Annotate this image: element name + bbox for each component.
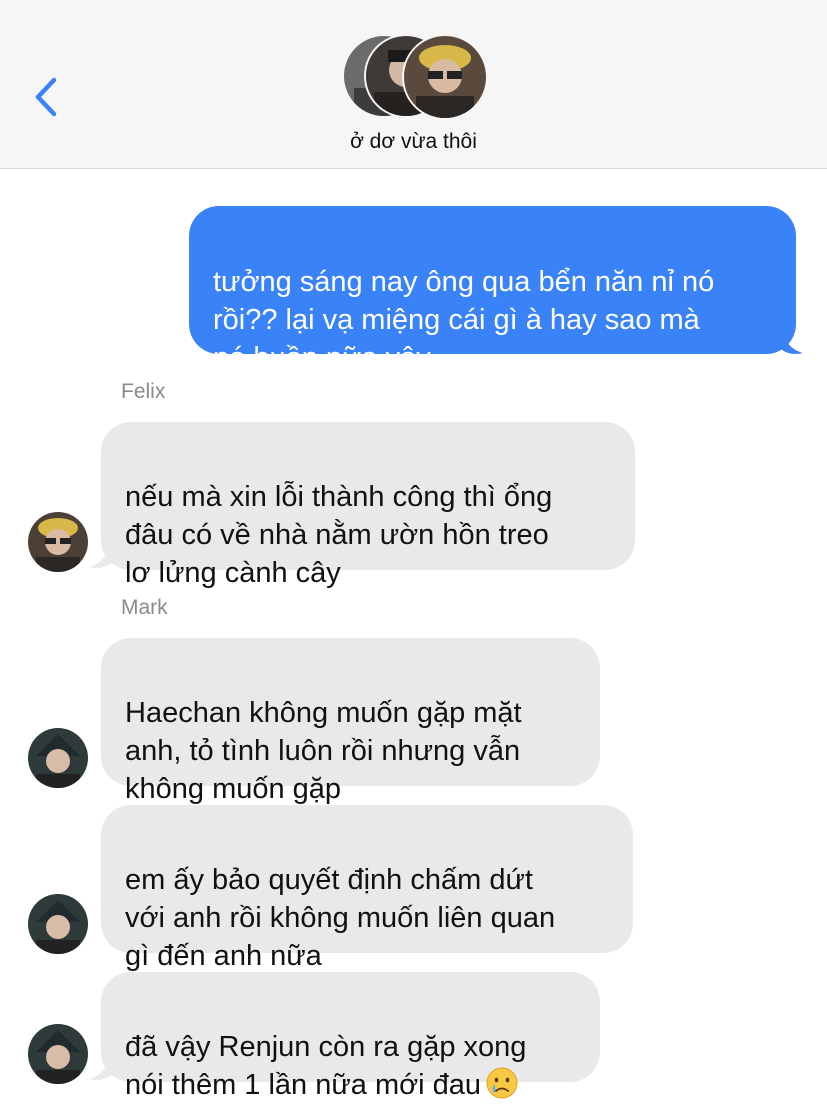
incoming-message-bubble[interactable]: đã vậy Renjun còn ra gặp xong nói thêm 1…	[101, 972, 600, 1101]
sender-name: Mark	[121, 596, 168, 619]
group-avatar-stack[interactable]	[342, 34, 488, 120]
outgoing-message-bubble[interactable]: tưởng sáng nay ông qua bển năn nỉ nó rồi…	[189, 206, 796, 374]
sender-avatar[interactable]	[28, 894, 88, 954]
message-text: tưởng sáng nay ông qua bển năn nỉ nó rồi…	[213, 266, 715, 374]
crying-face-emoji-icon	[485, 1066, 519, 1100]
mark-avatar-image	[28, 728, 88, 788]
felix-avatar-image	[28, 512, 88, 572]
chevron-left-icon	[35, 77, 57, 117]
member-avatar	[402, 34, 488, 120]
sender-name: Felix	[121, 380, 166, 403]
conversation-header: ở dơ vừa thôi	[0, 0, 827, 169]
message-text: đã vậy Renjun còn ra gặp xong nói thêm 1…	[125, 1031, 527, 1101]
message-text: em ấy bảo quyết định chấm dứt với anh rồ…	[125, 864, 556, 972]
incoming-message-bubble[interactable]: Haechan không muốn gặp mặt anh, tỏ tình …	[101, 638, 600, 805]
back-button[interactable]	[30, 74, 66, 120]
message-text: Haechan không muốn gặp mặt anh, tỏ tình …	[125, 697, 522, 805]
message-text: nếu mà xin lỗi thành công thì ổng đâu có…	[125, 481, 553, 589]
sender-avatar[interactable]	[28, 512, 88, 572]
bubble-tail	[780, 326, 803, 354]
sender-avatar[interactable]	[28, 728, 88, 788]
mark-avatar-image	[28, 1024, 88, 1084]
conversation-title[interactable]: ở dơ vừa thôi	[0, 130, 827, 154]
incoming-message-bubble[interactable]: nếu mà xin lỗi thành công thì ổng đâu có…	[101, 422, 635, 589]
incoming-message-bubble[interactable]: em ấy bảo quyết định chấm dứt với anh rồ…	[101, 805, 633, 972]
sender-avatar[interactable]	[28, 1024, 88, 1084]
mark-avatar-image	[28, 894, 88, 954]
bubble-tail	[89, 540, 112, 568]
bubble-tail	[89, 1052, 112, 1080]
